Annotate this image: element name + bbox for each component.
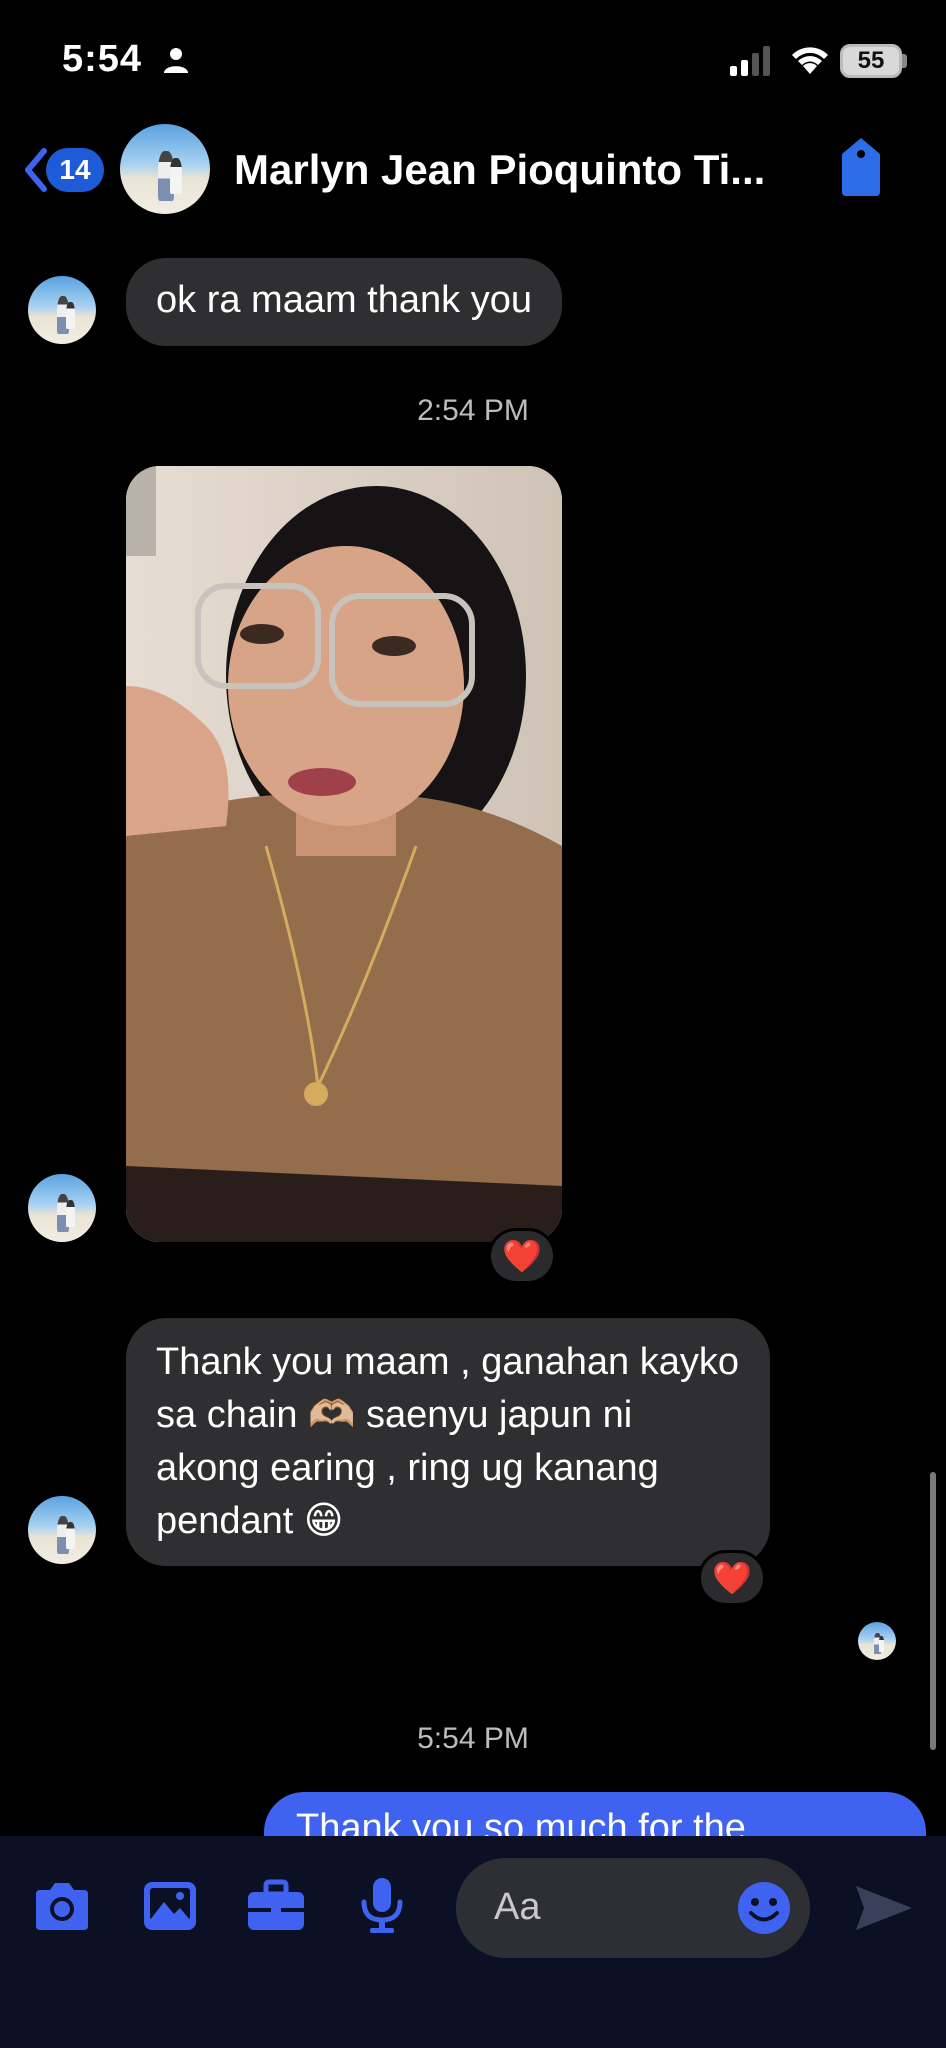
microphone-icon[interactable]	[350, 1876, 414, 1936]
person-icon	[164, 48, 188, 73]
tag-icon[interactable]	[836, 136, 886, 198]
image-icon[interactable]	[138, 1876, 202, 1936]
scroll-indicator[interactable]	[930, 1472, 936, 1750]
composer-bar: Aa	[0, 1836, 946, 2048]
message-input[interactable]: Aa	[456, 1858, 810, 1958]
send-icon[interactable]	[854, 1882, 914, 1934]
heart-reaction[interactable]: ❤️	[488, 1228, 556, 1284]
contact-name[interactable]: Marlyn Jean Pioquinto Ti...	[234, 146, 804, 194]
message-bubble[interactable]: Thank you maam , ganahan kayko sa chain …	[126, 1318, 770, 1566]
contact-avatar[interactable]	[120, 124, 210, 214]
read-receipt-avatar	[858, 1622, 896, 1660]
conversation-header: 14 Marlyn Jean Pioquinto Ti...	[0, 120, 946, 230]
message-text: Thank you maam , ganahan kayko sa chain …	[156, 1341, 740, 1542]
camera-icon[interactable]	[30, 1876, 94, 1936]
status-bar: 5:54 55	[0, 0, 946, 120]
briefcase-icon[interactable]	[244, 1876, 308, 1936]
wifi-icon	[792, 47, 828, 74]
battery-tip	[902, 54, 907, 68]
battery-level: 55	[857, 47, 885, 74]
heart-icon: ❤️	[712, 1560, 752, 1596]
timestamp: 2:54 PM	[417, 394, 529, 427]
sender-avatar[interactable]	[28, 1496, 96, 1564]
timestamp: 5:54 PM	[417, 1722, 529, 1755]
sender-avatar[interactable]	[28, 276, 96, 344]
message-text: ok ra maam thank you	[156, 279, 532, 321]
battery-indicator: 55	[840, 44, 902, 78]
message-input-placeholder: Aa	[494, 1886, 541, 1928]
photo-attachment[interactable]	[126, 466, 562, 1242]
status-time: 5:54	[62, 38, 143, 80]
smiley-icon[interactable]	[736, 1880, 792, 1936]
message-bubble[interactable]: ok ra maam thank you	[126, 258, 562, 346]
heart-icon: ❤️	[502, 1238, 542, 1274]
sender-avatar[interactable]	[28, 1174, 96, 1242]
outgoing-message-bubble[interactable]: Thank you so much for the	[264, 1792, 926, 1836]
photo-image	[126, 466, 562, 1242]
back-button[interactable]: 14	[20, 142, 110, 198]
unread-badge: 14	[46, 148, 104, 192]
signal-icon	[730, 46, 770, 76]
heart-reaction[interactable]: ❤️	[698, 1550, 766, 1606]
message-text: Thank you so much for the	[296, 1807, 746, 1836]
